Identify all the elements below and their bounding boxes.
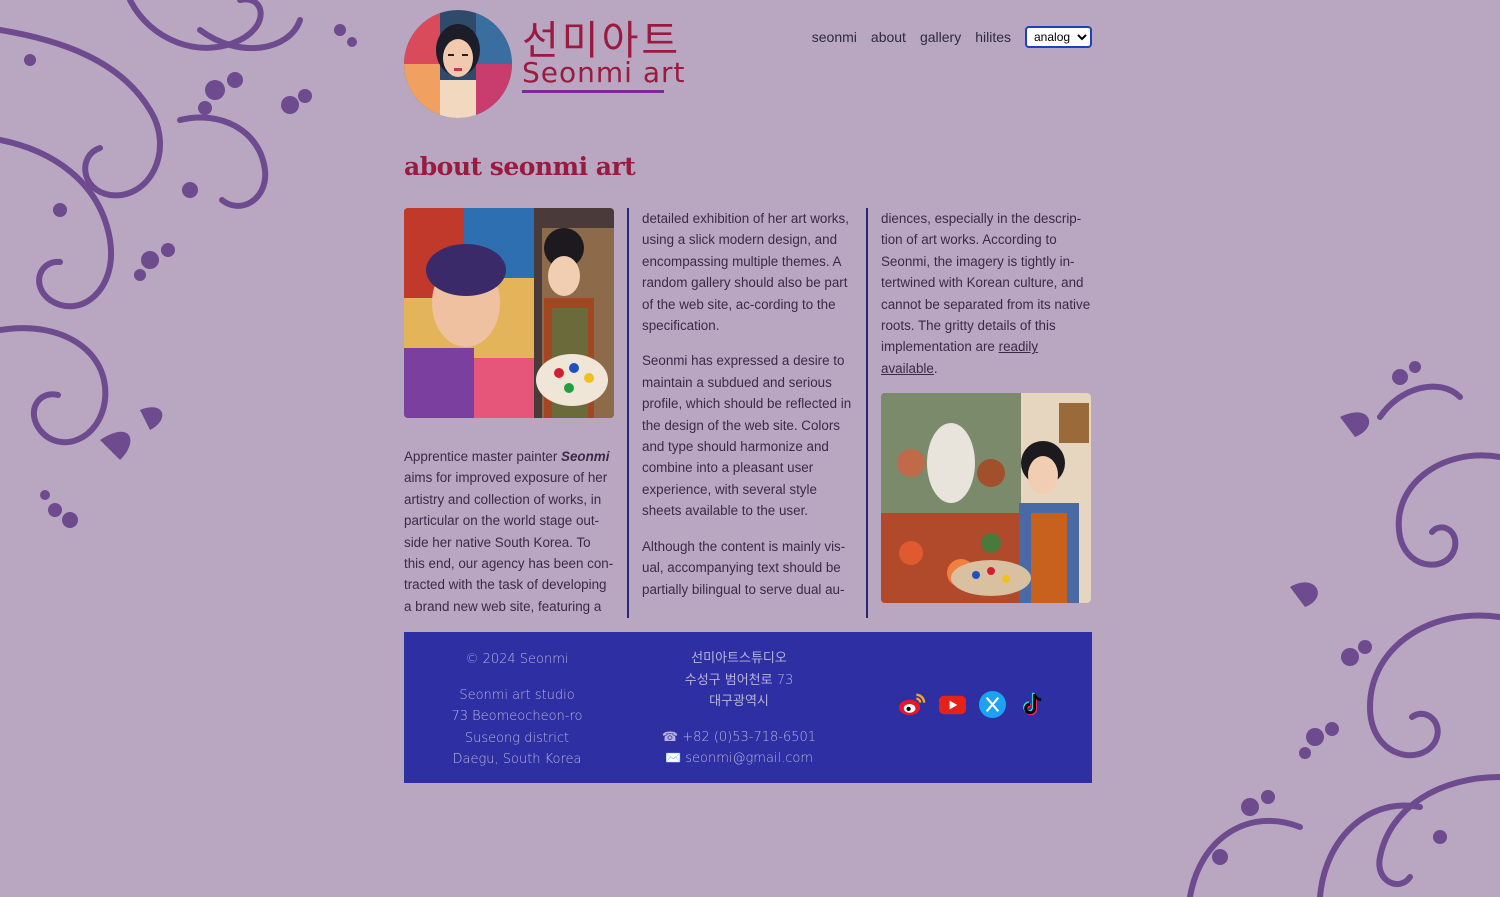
artist-painting-photo — [881, 393, 1091, 604]
social-links — [898, 690, 1047, 719]
tiktok-icon[interactable] — [1018, 690, 1047, 719]
footer-address-english: © 2024 Seonmi Seonmi art studio 73 Beome… — [442, 649, 592, 771]
paragraph: Although the content is mainly vis-ual, … — [642, 538, 846, 597]
nav-item-about[interactable]: about — [871, 29, 906, 45]
about-columns: Apprentice master painter Seonmi aims fo… — [404, 208, 1092, 618]
paragraph: Seonmi has expressed a desire to maintai… — [642, 353, 852, 519]
artwork-painting-photo — [404, 208, 614, 418]
phone-number[interactable]: ☎ +82 (0)53-718-6501 — [649, 727, 829, 749]
brand-name-english[interactable]: Seonmi art — [522, 56, 685, 89]
logo-avatar[interactable] — [404, 10, 512, 118]
youtube-icon[interactable] — [938, 690, 967, 719]
address-line: 73 Beomeocheon-ro — [451, 709, 583, 724]
address-line: Daegu, South Korea — [452, 752, 582, 767]
weibo-icon[interactable] — [898, 690, 927, 719]
column-divider — [866, 208, 868, 618]
nav-item-gallery[interactable]: gallery — [920, 29, 961, 45]
copyright: © 2024 Seonmi — [465, 652, 569, 667]
address-line-korean: 선미아트스튜디오 — [691, 651, 787, 666]
address-line-korean: 대구광역시 — [709, 694, 769, 709]
footer-address-korean: 선미아트스튜디오 수성구 범어천로 73 대구광역시 ☎ +82 (0)53-7… — [649, 648, 829, 770]
nav-item-hilites[interactable]: hilites — [975, 29, 1011, 45]
column-1-text: Apprentice master painter Seonmi aims fo… — [404, 446, 614, 617]
column-divider — [627, 208, 629, 618]
floral-ornament-right — [1187, 361, 1500, 897]
portrait-mosaic-icon — [404, 10, 512, 118]
address-line: Suseong district — [464, 730, 570, 746]
site-header: 선미아트 Seonmi art seonmi about gallery hil… — [404, 0, 1092, 130]
column-2: detailed exhibition of her art works, us… — [642, 208, 854, 618]
address-line-korean: 수성구 범어천로 73 — [684, 672, 794, 688]
floral-ornament-left — [0, 0, 357, 528]
address-line: Seonmi art studio — [459, 687, 575, 703]
site-footer: © 2024 Seonmi Seonmi art studio 73 Beome… — [404, 632, 1092, 783]
page-title: about seonmi art — [404, 152, 636, 181]
email-link[interactable]: ✉️ seonmi@gmail.com — [649, 748, 829, 770]
theme-select[interactable]: analog — [1025, 26, 1092, 48]
paragraph-end: . — [933, 360, 938, 376]
brand-underline — [522, 90, 664, 93]
x-icon[interactable] — [978, 690, 1007, 719]
intro-text-continued: aims for improved exposure of her artist… — [404, 470, 614, 614]
column-1: Apprentice master painter Seonmi aims fo… — [404, 208, 614, 618]
main-nav: seonmi about gallery hilites analog — [812, 26, 1092, 48]
paragraph: diences, especially in the descrip-tion … — [881, 208, 1092, 379]
paragraph-text: diences, especially in the descrip-tion … — [881, 211, 1091, 355]
nav-item-seonmi[interactable]: seonmi — [812, 29, 857, 45]
paragraph: detailed exhibition of her art works, us… — [642, 211, 849, 334]
column-3: diences, especially in the descrip-tion … — [881, 208, 1092, 618]
page-container: 선미아트 Seonmi art seonmi about gallery hil… — [404, 0, 1092, 783]
intro-text: Apprentice master painter — [404, 449, 562, 464]
artist-name: Seonmi — [561, 449, 610, 464]
